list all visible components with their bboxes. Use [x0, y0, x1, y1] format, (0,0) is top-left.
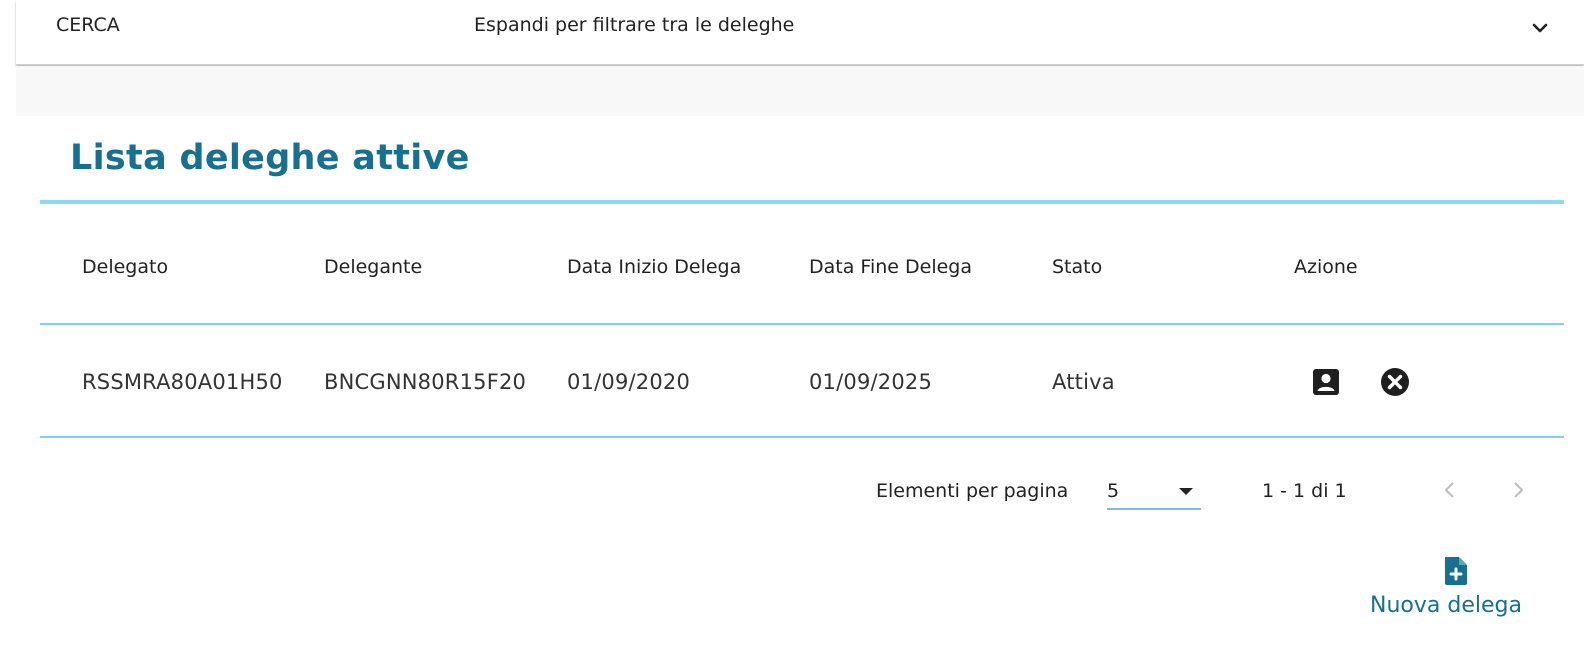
title-divider [40, 200, 1564, 204]
table-header-divider [40, 323, 1564, 325]
column-header-data-inizio: Data Inizio Delega [567, 256, 742, 278]
search-expansion-panel[interactable]: CERCA Espandi per filtrare tra le delegh… [16, 0, 1584, 65]
table-row-divider [40, 436, 1564, 438]
cell-data-fine: 01/09/2025 [809, 370, 933, 394]
cell-data-inizio: 01/09/2020 [567, 370, 691, 394]
column-header-data-fine: Data Fine Delega [809, 256, 972, 278]
column-header-stato: Stato [1052, 256, 1103, 278]
previous-page-icon[interactable] [1438, 478, 1462, 502]
items-per-page-label: Elementi per pagina [876, 480, 1069, 502]
new-delega-label: Nuova delega [1370, 593, 1522, 618]
file-add-icon [1441, 555, 1471, 587]
page-size-value: 5 [1107, 480, 1120, 502]
column-header-delegante: Delegante [324, 256, 423, 278]
chevron-down-icon[interactable] [1530, 18, 1550, 38]
page-size-select[interactable]: 5 [1107, 478, 1201, 510]
close-circle-icon[interactable] [1379, 366, 1411, 398]
column-header-delegato: Delegato [82, 256, 169, 278]
new-delega-button[interactable]: Nuova delega [1366, 555, 1546, 625]
section-separator [16, 66, 1584, 116]
cell-delegato: RSSMRA80A01H50 [82, 370, 283, 394]
pagination-range: 1 - 1 di 1 [1262, 480, 1347, 502]
page-title: Lista deleghe attive [70, 138, 470, 178]
next-page-icon[interactable] [1506, 478, 1530, 502]
cell-delegante: BNCGNN80R15F20 [324, 370, 527, 394]
search-panel-title: CERCA [56, 14, 120, 36]
column-header-azione: Azione [1294, 256, 1358, 278]
account-box-icon[interactable] [1310, 366, 1342, 398]
caret-down-icon [1179, 488, 1193, 495]
search-panel-description: Espandi per filtrare tra le deleghe [474, 14, 795, 36]
cell-stato: Attiva [1052, 370, 1115, 394]
